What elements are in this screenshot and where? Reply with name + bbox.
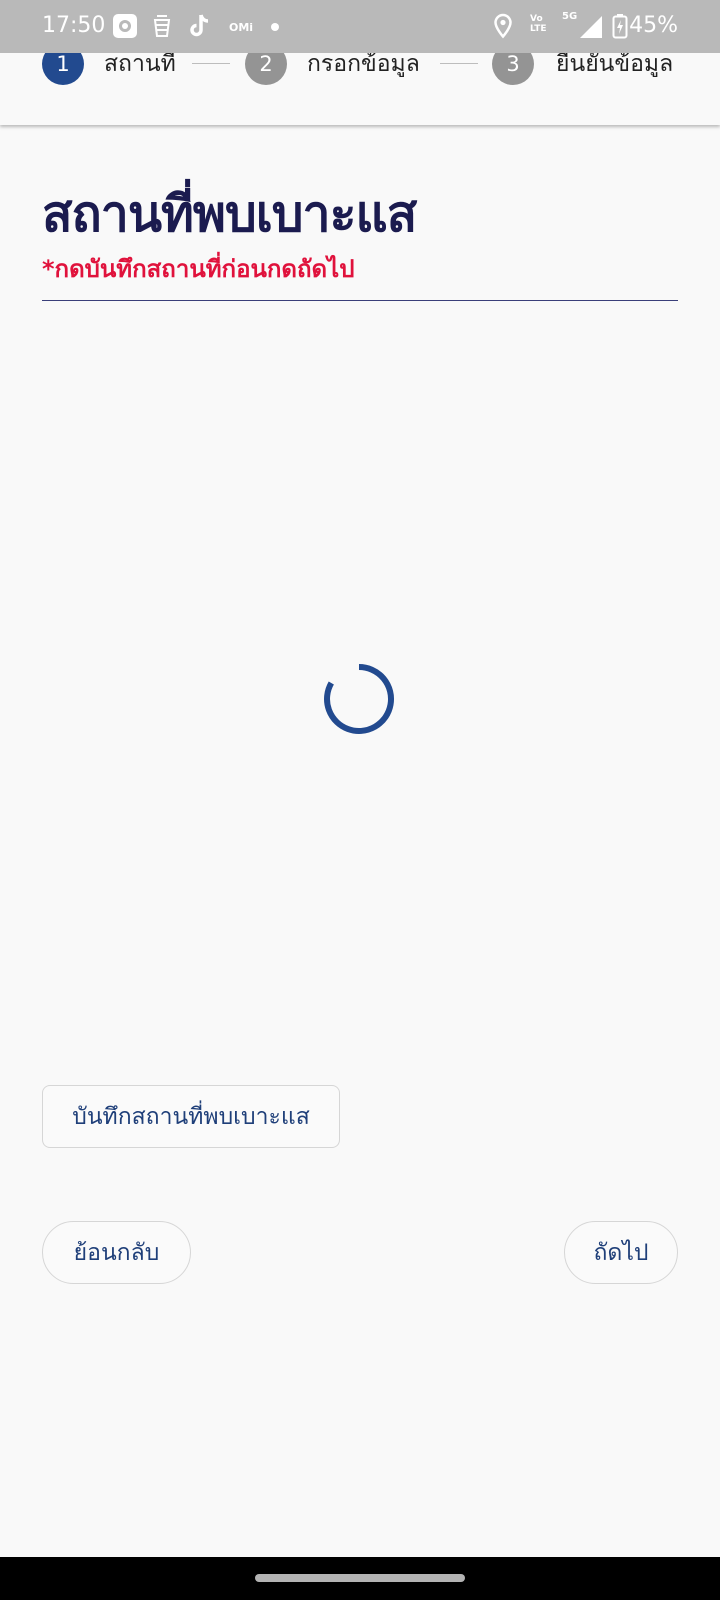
loading-spinner-icon — [324, 664, 394, 734]
signal-icon — [580, 16, 602, 38]
network-type-label: 5G — [562, 11, 578, 22]
title-divider — [42, 300, 678, 301]
dot-icon — [271, 23, 279, 31]
next-button[interactable]: ถัดไป — [564, 1221, 678, 1284]
bucket-app-icon — [153, 15, 171, 37]
page-title: สถานที่พบเบาะแส — [42, 185, 417, 243]
volte-icon: Vo LTE — [530, 14, 547, 34]
svg-text:OMi: OMi — [229, 21, 253, 34]
location-icon — [494, 13, 512, 39]
status-bar: 17:50 OMi Vo LTE 5G 45% — [0, 0, 720, 53]
back-button[interactable]: ย้อนกลับ — [42, 1221, 191, 1284]
tiktok-icon — [190, 14, 209, 37]
screen-record-icon — [113, 14, 137, 38]
omi-app-icon: OMi — [229, 21, 253, 34]
battery-charging-icon — [612, 14, 628, 39]
step-connector-1 — [192, 63, 230, 64]
system-nav-bar — [0, 1557, 720, 1600]
save-location-button[interactable]: บันทึกสถานที่พบเบาะแส — [42, 1085, 340, 1148]
home-gesture-handle[interactable] — [255, 1574, 465, 1582]
status-time: 17:50 — [42, 13, 106, 38]
save-location-note: *กดบันทึกสถานที่ก่อนกดถัดไป — [42, 255, 355, 283]
step-connector-2 — [440, 63, 478, 64]
battery-percentage: 45% — [629, 13, 678, 38]
